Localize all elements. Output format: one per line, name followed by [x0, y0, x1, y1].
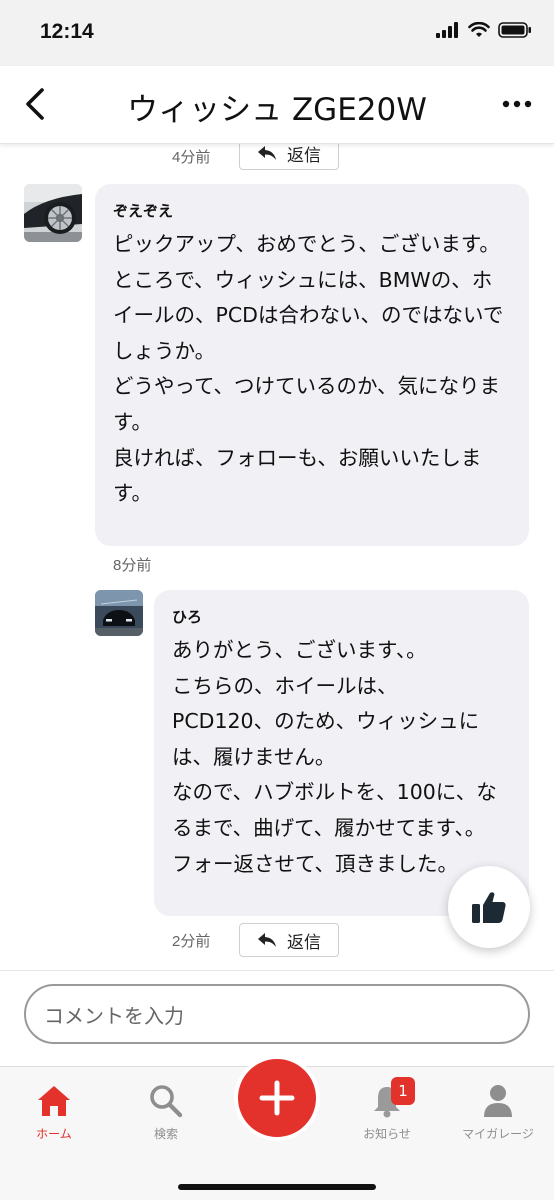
comment-timestamp: 4分前: [172, 149, 211, 166]
thumbs-up-icon: [472, 892, 506, 923]
comment-thread[interactable]: 4分前 返信 ぞえぞえ ピックアップ、おめでとう、ございます。 ところで、ウィッ…: [0, 144, 554, 970]
like-button[interactable]: [448, 866, 530, 948]
wifi-icon: [468, 22, 490, 37]
home-indicator: [178, 1184, 376, 1190]
tab-notifications[interactable]: お知らせ 1: [337, 1077, 437, 1142]
comment-meta: 4分前: [172, 146, 210, 167]
notification-badge: 1: [391, 1077, 415, 1105]
person-icon: [484, 1085, 512, 1117]
status-time: 12:14: [40, 20, 94, 43]
reply-button[interactable]: 返信: [239, 923, 339, 957]
comment-body: ピックアップ、おめでとう、ございます。 ところで、ウィッシュには、BMWの、ホイ…: [113, 232, 504, 506]
comment-timestamp: 8分前: [113, 557, 152, 574]
tab-search[interactable]: 検索: [116, 1081, 216, 1142]
more-dots-icon: [502, 100, 532, 108]
tab-bar: ホーム 検索 お知らせ 1 マイガレージ: [0, 1055, 554, 1200]
avatar[interactable]: [24, 184, 82, 242]
comment-bubble: ひろ ありがとう、ございます、。 こちらの、ホイールは、 PCD120、のため、…: [154, 590, 529, 916]
tab-label: 検索: [153, 1127, 178, 1141]
page-title: ウィッシュ ZGE20W: [127, 92, 427, 128]
search-icon: [150, 1085, 183, 1118]
reply-label: 返信: [287, 932, 321, 953]
signal-icon: [436, 22, 458, 38]
comment-meta: 2分前: [172, 930, 210, 951]
more-options-button[interactable]: [502, 94, 532, 114]
tab-home[interactable]: ホーム: [4, 1081, 104, 1142]
wheel-avatar-image: [24, 184, 82, 242]
plus-icon: [259, 1080, 295, 1116]
status-bar: 12:14: [0, 0, 554, 66]
home-icon: [38, 1086, 70, 1116]
battery-icon: [498, 22, 531, 38]
comment-username[interactable]: ぞえぞえ: [113, 200, 511, 221]
status-icons: [436, 22, 532, 38]
reply-button[interactable]: 返信: [239, 144, 339, 170]
reply-arrow-icon: [258, 933, 276, 947]
tab-label: ホーム: [36, 1127, 72, 1141]
comment-input-bar: コメントを入力: [0, 970, 554, 1066]
tab-label: お知らせ: [363, 1127, 411, 1141]
comment-input[interactable]: コメントを入力: [24, 984, 530, 1044]
tab-my-garage[interactable]: マイガレージ: [448, 1081, 548, 1142]
avatar[interactable]: [95, 590, 143, 636]
comment-meta: 8分前: [113, 554, 151, 575]
add-post-button[interactable]: [234, 1055, 320, 1141]
comment-body: ありがとう、ございます、。 こちらの、ホイールは、 PCD120、のため、ウィッ…: [172, 638, 497, 876]
nav-header: ウィッシュ ZGE20W: [0, 66, 554, 144]
comment-timestamp: 2分前: [172, 933, 211, 950]
reply-arrow-icon: [258, 146, 276, 160]
car-avatar-image: [95, 590, 143, 636]
comment-bubble: ぞえぞえ ピックアップ、おめでとう、ございます。 ところで、ウィッシュには、BM…: [95, 184, 529, 546]
reply-label: 返信: [287, 145, 321, 166]
tab-label: マイガレージ: [462, 1127, 534, 1141]
comment-username[interactable]: ひろ: [172, 606, 511, 627]
